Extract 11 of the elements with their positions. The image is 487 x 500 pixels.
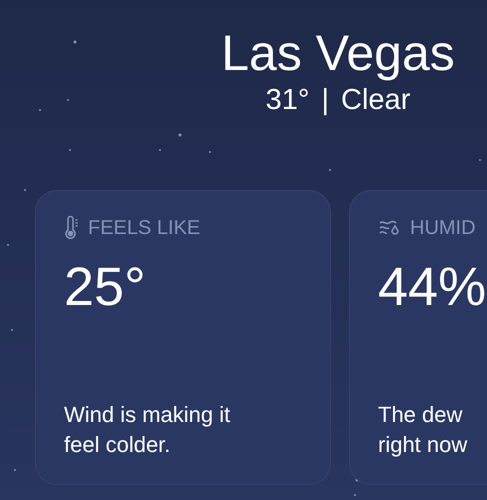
card-description: Wind is making it feel colder. xyxy=(64,401,232,459)
card-value: 25° xyxy=(64,257,147,317)
card-description: The dew right now xyxy=(378,401,468,459)
card-label: FEELS LIKE xyxy=(88,216,200,241)
city-name: Las Vegas xyxy=(221,24,455,82)
card-label: HUMID xyxy=(410,216,476,241)
thermometer-icon xyxy=(64,216,80,240)
current-temperature: 31° xyxy=(266,83,310,118)
separator: | xyxy=(322,83,330,118)
condition: Clear xyxy=(341,83,410,118)
card-value: 44% xyxy=(378,257,487,317)
